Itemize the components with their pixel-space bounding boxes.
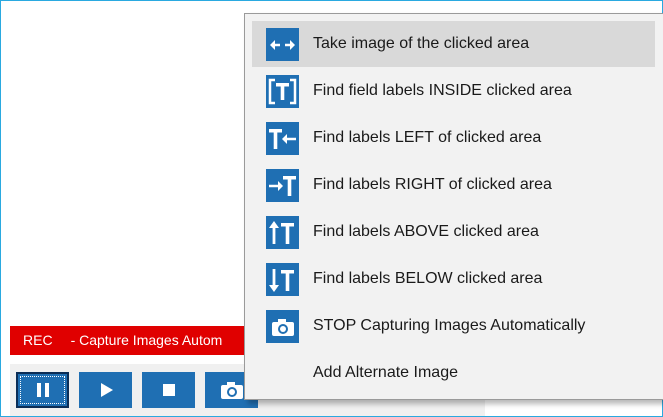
play-button[interactable] — [79, 372, 132, 408]
menu-item-label: Take image of the clicked area — [313, 35, 530, 52]
pause-icon — [36, 383, 49, 397]
menu-item-stop-capturing[interactable]: STOP Capturing Images Automatically — [252, 303, 655, 349]
camera-icon — [266, 310, 299, 343]
menu-item-label: Find labels RIGHT of clicked area — [313, 176, 552, 193]
menu-item-labels-above[interactable]: Find labels ABOVE clicked area — [252, 209, 655, 255]
menu-item-label: STOP Capturing Images Automatically — [313, 317, 586, 334]
menu-item-labels-right[interactable]: Find labels RIGHT of clicked area — [252, 162, 655, 208]
horizontal-arrows-icon — [266, 28, 299, 61]
menu-item-label: Find labels ABOVE clicked area — [313, 223, 539, 240]
stop-icon — [162, 384, 175, 396]
label-above-icon — [266, 216, 299, 249]
stop-button[interactable] — [142, 372, 195, 408]
label-below-icon — [266, 263, 299, 296]
text-inside-icon — [266, 75, 299, 108]
context-menu: Take image of the clicked area Find fiel… — [244, 13, 663, 400]
pause-button[interactable] — [16, 372, 69, 408]
play-icon — [100, 383, 113, 397]
rec-label: REC — [23, 332, 53, 348]
recording-status-bar: REC - Capture Images Autom — [10, 326, 255, 355]
label-left-icon — [266, 122, 299, 155]
rec-title: - Capture Images Autom — [70, 332, 223, 348]
menu-item-labels-below[interactable]: Find labels BELOW clicked area — [252, 256, 655, 302]
menu-item-labels-left[interactable]: Find labels LEFT of clicked area — [252, 115, 655, 161]
menu-item-label: Add Alternate Image — [313, 364, 458, 381]
menu-item-label: Find field labels INSIDE clicked area — [313, 82, 572, 99]
menu-item-take-image[interactable]: Take image of the clicked area — [252, 21, 655, 67]
menu-item-labels-inside[interactable]: Find field labels INSIDE clicked area — [252, 68, 655, 114]
menu-item-label: Find labels LEFT of clicked area — [313, 129, 542, 146]
label-right-icon — [266, 169, 299, 202]
camera-icon — [220, 382, 243, 399]
menu-item-label: Find labels BELOW clicked area — [313, 270, 543, 287]
menu-item-add-alternate-image[interactable]: Add Alternate Image — [252, 350, 655, 396]
